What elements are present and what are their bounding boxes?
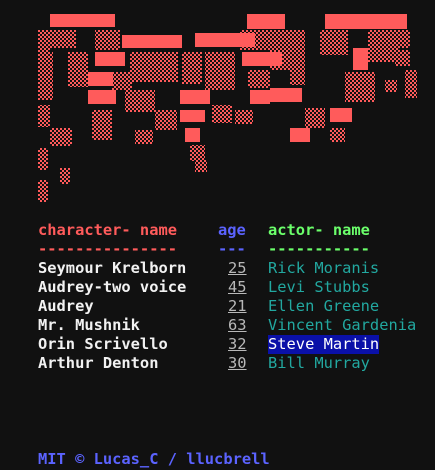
age-cell: 25 [228, 259, 247, 277]
actor-name-cell: Vincent Gardenia [268, 316, 417, 334]
separator-age: --- [218, 240, 246, 258]
age-cell: 63 [228, 316, 247, 334]
age-cell: 32 [228, 335, 247, 353]
character-name-cell: Audrey-two voice [38, 278, 187, 296]
character-name-cell: Mr. Mushnik [38, 316, 140, 334]
actor-name-cell: Bill Murray [268, 354, 370, 372]
age-cell: 21 [228, 297, 247, 315]
terminal-window: character- name age actor- name --------… [0, 0, 435, 470]
age-cell: 30 [228, 354, 247, 372]
cast-banner-art [38, 14, 417, 202]
character-name-cell: Arthur Denton [38, 354, 159, 372]
separator-character: --------------- [38, 240, 177, 258]
character-name-cell: Orin Scrivello [38, 335, 168, 353]
character-name-cell: Audrey [38, 297, 94, 315]
separator-actor: ----------- [268, 240, 370, 258]
age-cell: 45 [228, 278, 247, 296]
actor-name-cell-selected[interactable]: Steve Martin [268, 335, 380, 354]
actor-name-cell: Levi Stubbs [268, 278, 370, 296]
actor-name-cell: Ellen Greene [268, 297, 380, 315]
column-header-age: age [218, 221, 246, 239]
character-name-cell: Seymour Krelborn [38, 259, 187, 277]
column-header-actor-name: actor- name [268, 221, 370, 239]
actor-name-cell: Rick Moranis [268, 259, 380, 277]
column-header-character-name: character- name [38, 221, 177, 239]
license-footer: MIT © Lucas_C / llucbrell [38, 450, 270, 468]
